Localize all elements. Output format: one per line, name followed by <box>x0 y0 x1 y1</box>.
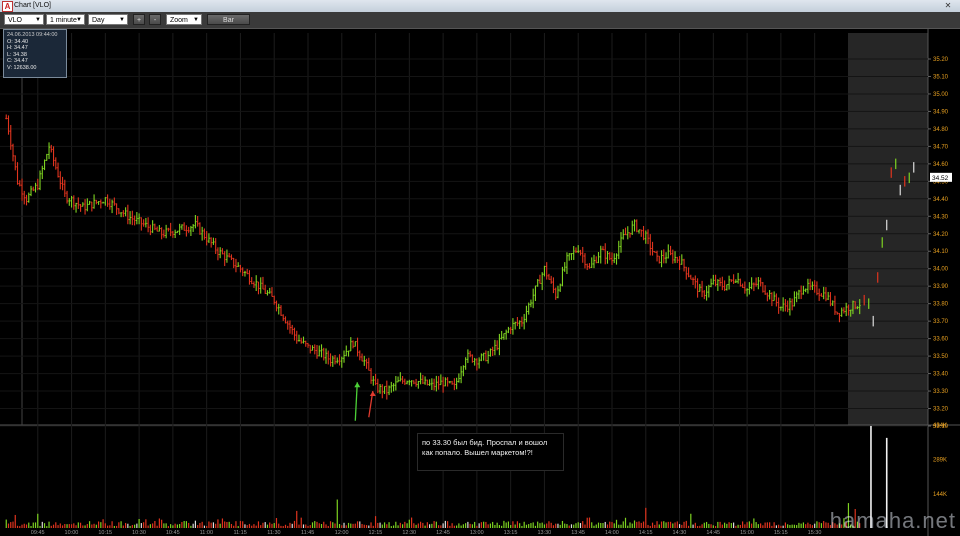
annotation-line-1: по 33.30 был бид. Проспал и вошол <box>422 438 548 447</box>
zoom-out-button[interactable]: - <box>149 14 161 25</box>
annotation-line-2: как попало. Вышел маркетом!?! <box>422 448 533 457</box>
period-select[interactable]: Day ▼ <box>88 14 128 25</box>
chevron-down-icon: ▼ <box>119 17 125 23</box>
arrow-head-red <box>369 391 376 397</box>
info-low: L: 34.38 <box>7 51 27 58</box>
time-tick-label: 09:45 <box>31 530 45 536</box>
chevron-down-icon: ▼ <box>76 17 82 23</box>
time-tick-label: 14:00 <box>605 530 619 536</box>
price-tick-label: 35.10 <box>933 74 949 80</box>
period-value: Day <box>92 17 105 24</box>
time-tick-label: 11:00 <box>200 530 213 536</box>
interval-value: 1 minute <box>50 17 77 24</box>
zoom-value: Zoom <box>170 17 188 24</box>
last-price-label: 34.52 <box>932 175 949 182</box>
time-tick-label: 14:30 <box>673 530 687 536</box>
time-tick-label: 10:30 <box>132 530 146 536</box>
price-tick-label: 33.40 <box>933 372 949 378</box>
price-tick-label: 34.90 <box>933 109 949 115</box>
price-tick-label: 33.50 <box>933 354 949 360</box>
price-tick-label: 35.20 <box>933 57 949 63</box>
price-tick-label: 34.60 <box>933 162 949 168</box>
time-tick-label: 12:15 <box>369 530 383 536</box>
chart-annotation: по 33.30 был бид. Проспал и вошол как по… <box>417 433 564 471</box>
time-tick-label: 10:00 <box>65 530 79 536</box>
time-tick-label: 10:15 <box>98 530 112 536</box>
price-tick-label: 34.80 <box>933 127 949 133</box>
price-tick-label: 33.60 <box>933 337 949 343</box>
price-tick-label: 34.30 <box>933 214 949 220</box>
volume-tick-label: 289K <box>933 457 947 463</box>
time-tick-label: 13:15 <box>504 530 518 536</box>
price-tick-label: 34.70 <box>933 144 949 150</box>
zoom-select[interactable]: Zoom ▼ <box>166 14 202 25</box>
time-tick-label: 13:00 <box>470 530 484 536</box>
time-tick-label: 13:30 <box>537 530 551 536</box>
interval-select[interactable]: 1 minute ▼ <box>46 14 85 25</box>
symbol-select[interactable]: VLO ▼ <box>4 14 44 25</box>
window-title: Chart [VLO] <box>14 2 51 9</box>
price-tick-label: 34.40 <box>933 197 949 203</box>
chart-toolbar: VLO ▼ 1 minute ▼ Day ▼ + - Zoom ▼ Bar <box>0 12 960 29</box>
price-tick-label: 34.00 <box>933 267 949 273</box>
price-tick-label: 33.80 <box>933 302 949 308</box>
volume-tick-label: 144K <box>933 492 947 498</box>
time-tick-label: 14:15 <box>639 530 653 536</box>
price-tick-label: 33.90 <box>933 284 949 290</box>
price-tick-label: 34.20 <box>933 232 949 238</box>
time-tick-label: 15:15 <box>774 530 788 536</box>
info-high: H: 34.47 <box>7 45 28 52</box>
time-tick-label: 12:30 <box>402 530 416 536</box>
arrow-head-green <box>354 382 361 388</box>
time-tick-label: 11:45 <box>301 530 314 536</box>
time-tick-label: 10:45 <box>166 530 180 536</box>
time-tick-label: 12:45 <box>436 530 450 536</box>
price-tick-label: 35.00 <box>933 92 949 98</box>
info-close: C: 34.47 <box>7 58 28 65</box>
time-tick-label: 14:45 <box>706 530 720 536</box>
volume-tick-label: 434K <box>933 423 947 429</box>
chart-type-button[interactable]: Bar <box>207 14 250 25</box>
symbol-value: VLO <box>8 17 23 24</box>
price-tick-label: 33.30 <box>933 389 949 395</box>
entry-arrow-green <box>354 382 358 421</box>
chevron-down-icon: ▼ <box>35 17 41 23</box>
chevron-down-icon: ▼ <box>193 17 199 23</box>
time-tick-label: 11:30 <box>267 530 280 536</box>
price-tick-label: 33.70 <box>933 319 949 325</box>
zoom-in-button[interactable]: + <box>133 14 145 25</box>
info-open: O: 34.40 <box>7 38 29 45</box>
price-tick-label: 34.10 <box>933 249 949 255</box>
watermark: hamaha.net <box>829 508 956 533</box>
after-hours-shade <box>848 33 928 425</box>
ohlc-info-box: 24.06.2013 09:44:00 O: 34.40 H: 34.47 L:… <box>3 29 67 78</box>
time-tick-label: 12:00 <box>335 530 349 536</box>
info-volume: V: 12638.00 <box>7 64 37 71</box>
time-tick-label: 13:45 <box>571 530 585 536</box>
info-datetime: 24.06.2013 09:44:00 <box>7 32 58 38</box>
price-tick-label: 33.20 <box>933 407 949 413</box>
app-logo-icon: A <box>2 1 13 12</box>
time-tick-label: 15:00 <box>740 530 754 536</box>
time-tick-label: 11:15 <box>233 530 246 536</box>
close-window-button[interactable]: ✕ <box>940 0 956 11</box>
time-tick-label: 15:30 <box>808 530 822 536</box>
